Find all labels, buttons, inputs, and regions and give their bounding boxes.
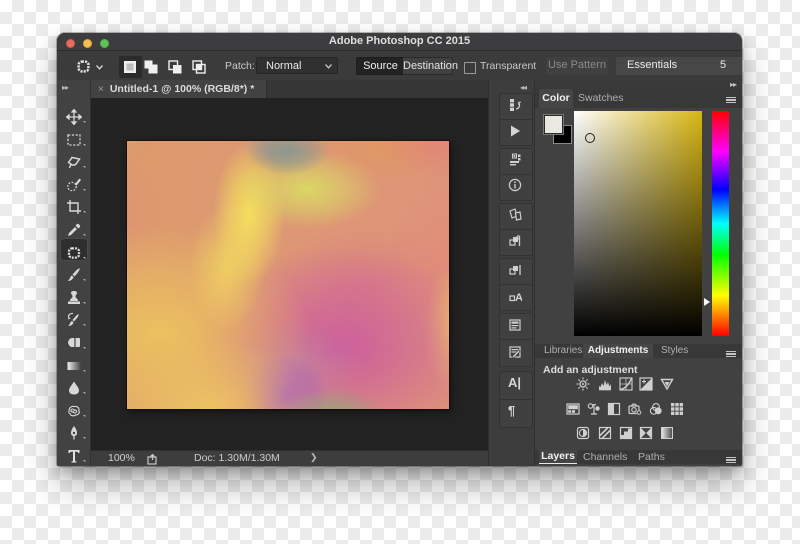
svg-text:A: A: [515, 292, 522, 303]
